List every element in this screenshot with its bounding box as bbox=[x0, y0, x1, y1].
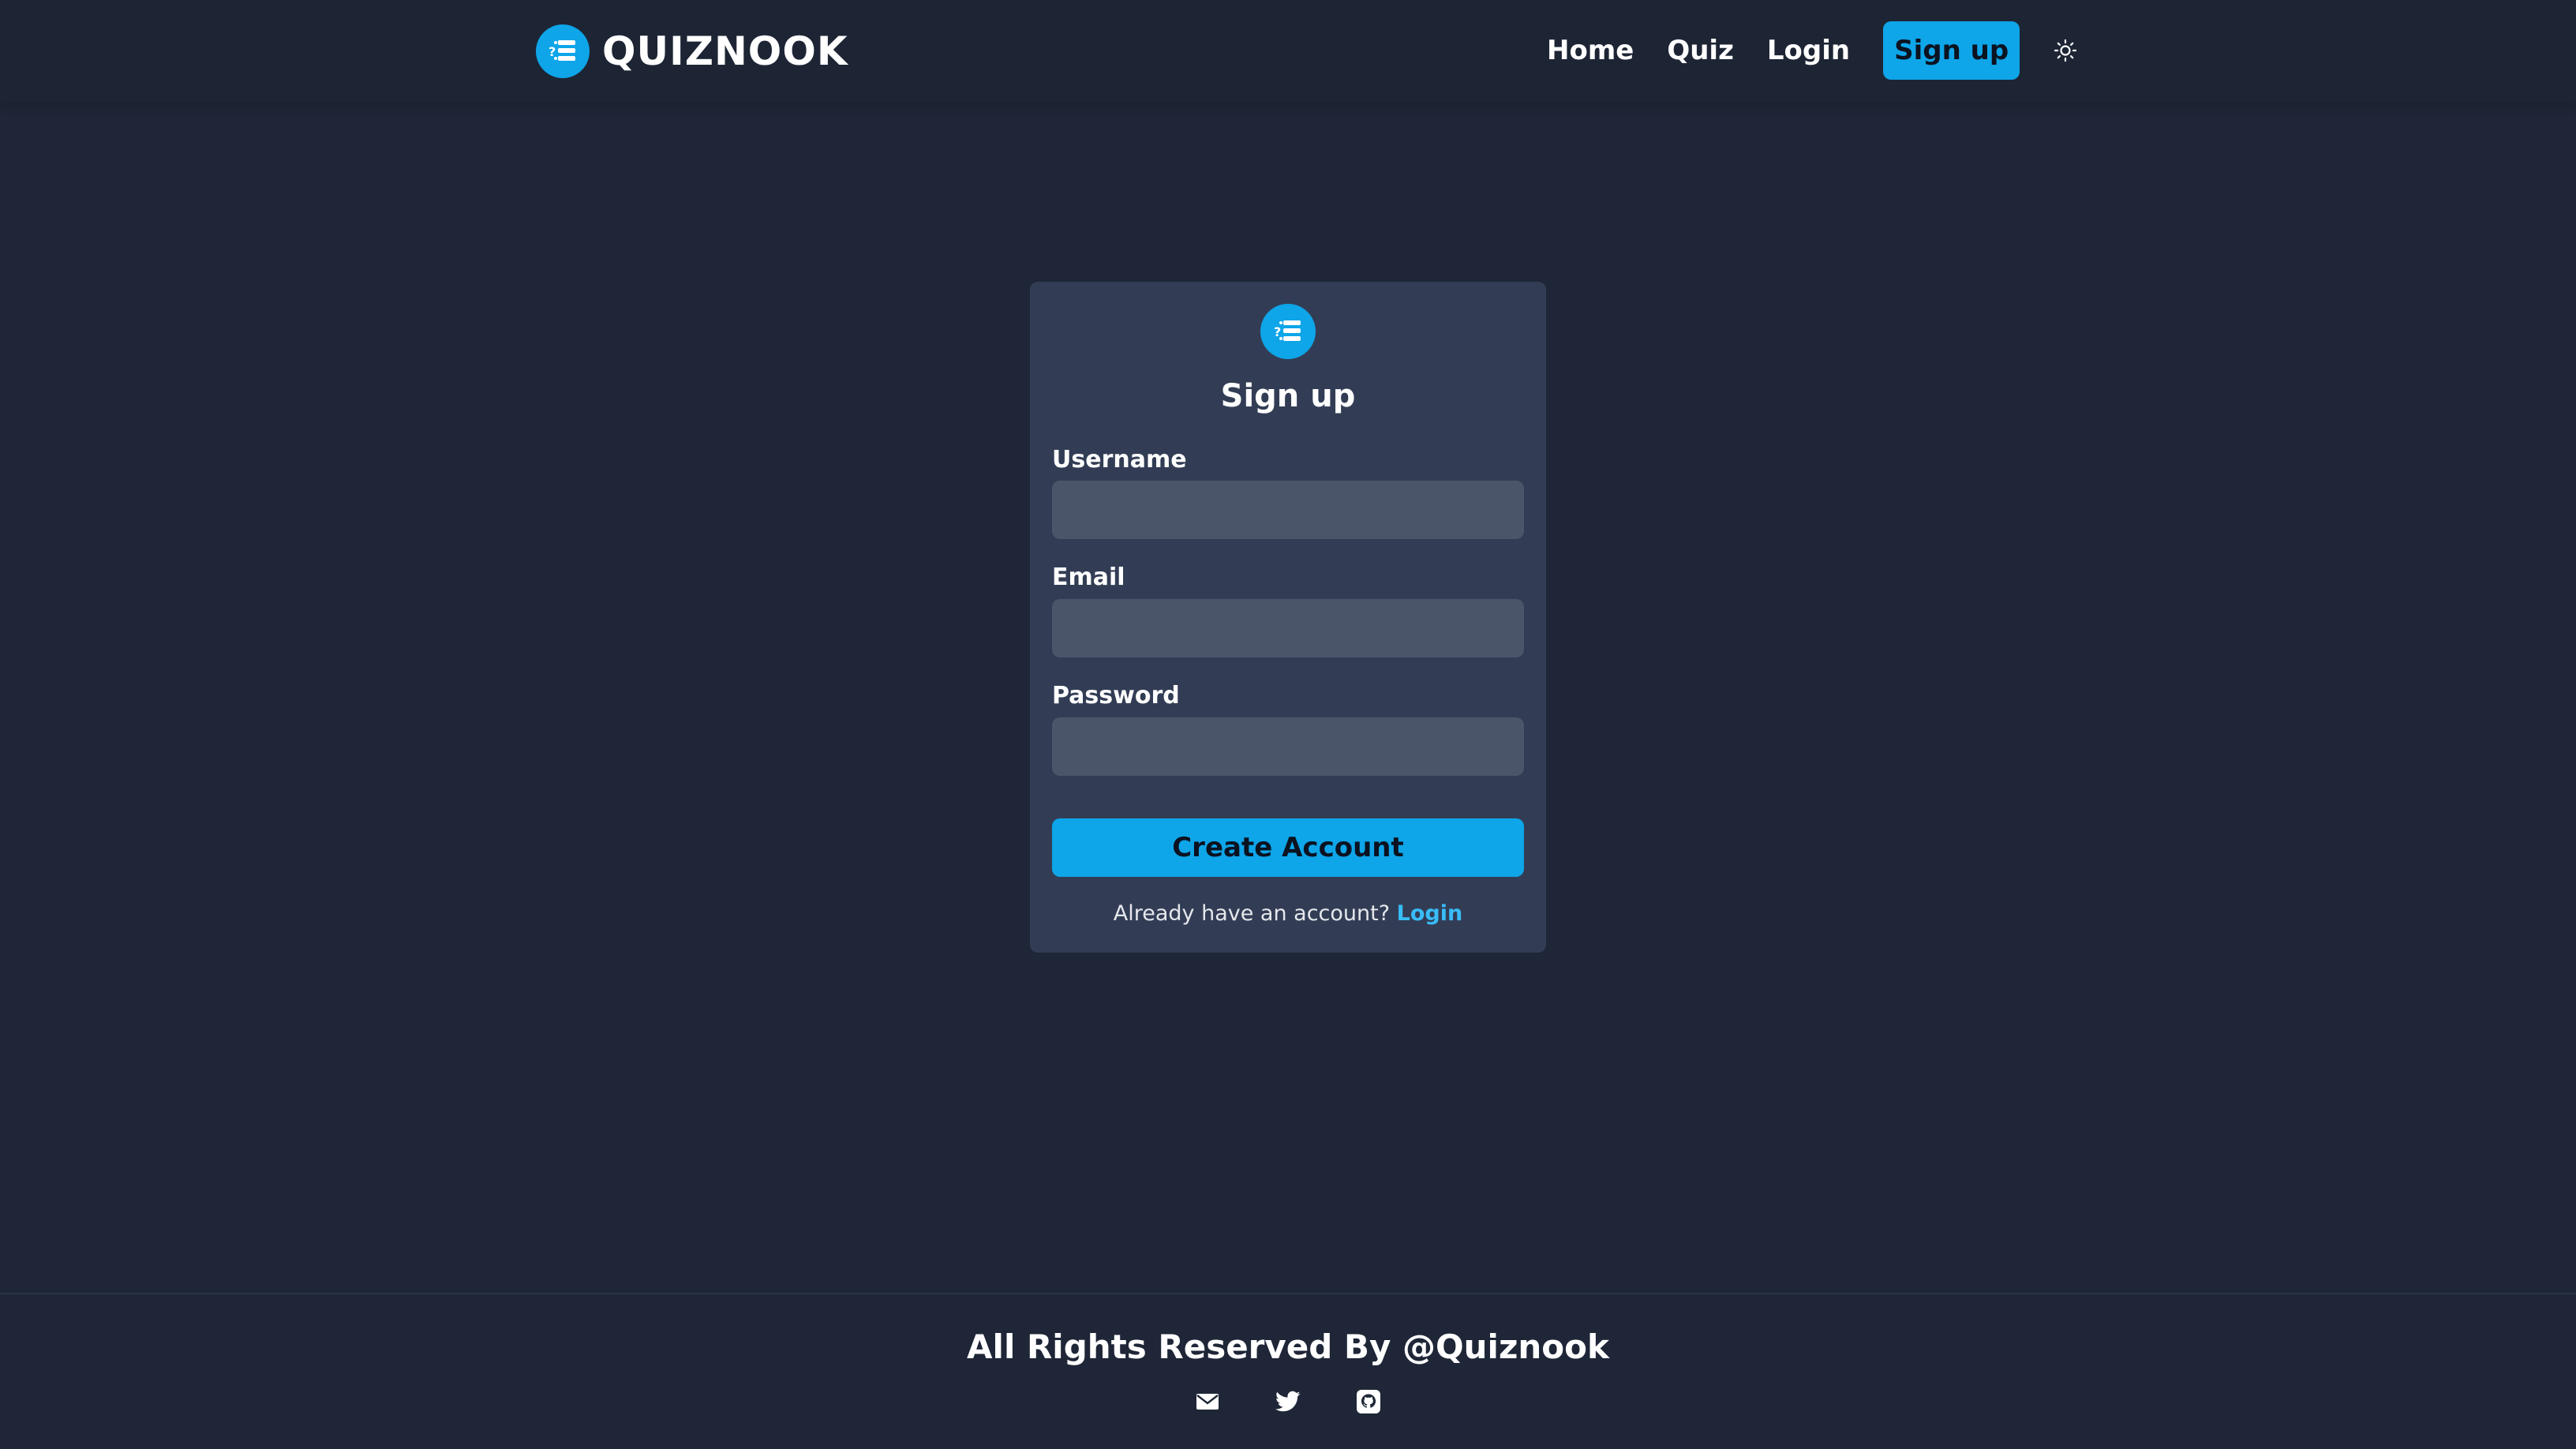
username-label: Username bbox=[1052, 446, 1187, 474]
brand-name: QUIZNOOK bbox=[602, 28, 848, 74]
copyright-text: All Rights Reserved By @Quiznook bbox=[967, 1327, 1609, 1366]
nav-signup-button[interactable]: Sign up bbox=[1883, 21, 2020, 80]
github-icon[interactable] bbox=[1356, 1389, 1381, 1414]
username-input[interactable] bbox=[1052, 481, 1524, 539]
nav-quiz[interactable]: Quiz bbox=[1667, 35, 1734, 66]
main-nav: Home Quiz Login Sign up bbox=[1547, 21, 2078, 80]
nav-home[interactable]: Home bbox=[1547, 35, 1634, 66]
email-input[interactable] bbox=[1052, 599, 1524, 657]
social-links bbox=[0, 1389, 2576, 1414]
create-account-button[interactable]: Create Account bbox=[1052, 818, 1524, 877]
nav-login[interactable]: Login bbox=[1767, 35, 1850, 66]
password-input[interactable] bbox=[1052, 717, 1524, 776]
login-hint: Already have an account? Login bbox=[1030, 901, 1546, 926]
password-label: Password bbox=[1052, 682, 1180, 710]
footer: All Rights Reserved By @Quiznook bbox=[0, 1293, 2576, 1449]
mail-icon[interactable] bbox=[1195, 1389, 1220, 1414]
login-link[interactable]: Login bbox=[1397, 901, 1463, 926]
quiz-list-icon: ? bbox=[536, 24, 590, 78]
login-prompt: Already have an account? bbox=[1113, 901, 1391, 926]
form-title: Sign up bbox=[1220, 378, 1356, 414]
top-navbar: ? QUIZNOOK Home Quiz Login Sign up bbox=[0, 0, 2576, 103]
email-label: Email bbox=[1052, 564, 1125, 591]
quiz-list-icon: ? bbox=[1260, 304, 1316, 359]
sun-icon[interactable] bbox=[2053, 38, 2078, 63]
brand[interactable]: ? QUIZNOOK bbox=[536, 23, 848, 80]
signup-card: ? Sign up Username Email Password Create… bbox=[1030, 282, 1546, 953]
svg-text:?: ? bbox=[1274, 324, 1281, 339]
svg-text:?: ? bbox=[549, 44, 556, 59]
twitter-icon[interactable] bbox=[1275, 1389, 1301, 1414]
